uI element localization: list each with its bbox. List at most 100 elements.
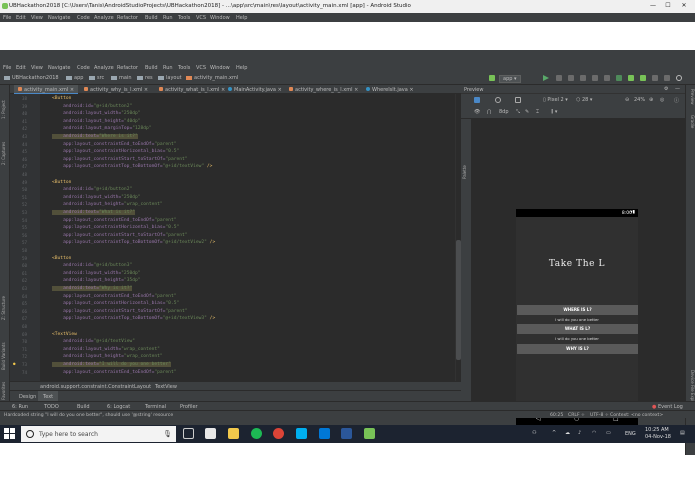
menu-window[interactable]: Window bbox=[210, 15, 230, 21]
menu-refactor[interactable]: Refactor bbox=[117, 15, 138, 21]
microphone-icon[interactable]: 🎙 bbox=[163, 430, 172, 438]
debug-icon[interactable] bbox=[556, 75, 562, 81]
where-is-l-button[interactable]: WHERE IS L? bbox=[517, 305, 638, 315]
onedrive-icon[interactable]: ☁ bbox=[565, 430, 570, 436]
code-editor[interactable]: <Button android:id="@+id/button2" androi… bbox=[40, 94, 455, 381]
breadcrumb-app[interactable]: app bbox=[66, 75, 83, 81]
notification-icon[interactable]: ▤ bbox=[680, 430, 685, 436]
zoom-out-icon[interactable]: ⊖ bbox=[625, 97, 629, 103]
task-view-icon[interactable] bbox=[183, 428, 194, 439]
zoom-in-icon[interactable]: ⊕ bbox=[649, 97, 653, 103]
menu-build[interactable]: Build bbox=[145, 15, 158, 21]
volume-icon[interactable]: ♪ bbox=[578, 430, 581, 436]
menu-file[interactable]: File bbox=[3, 15, 11, 21]
tool-structure[interactable]: Z: Structure bbox=[1, 285, 9, 320]
menu-edit[interactable]: Edit bbox=[16, 15, 26, 21]
guidelines-icon[interactable]: ⌶ bbox=[536, 109, 539, 115]
word-icon[interactable] bbox=[341, 428, 352, 439]
tab-activity-why[interactable]: activity_why_is_l.xml × bbox=[80, 85, 152, 94]
attach-debugger-icon[interactable] bbox=[592, 75, 598, 81]
align-icon[interactable]: ⫼ ▾ bbox=[551, 109, 557, 115]
windows-start-icon[interactable] bbox=[4, 428, 15, 439]
breadcrumb-res[interactable]: res bbox=[137, 75, 153, 81]
tool-project[interactable]: 1: Project bbox=[1, 89, 9, 119]
tab-where-is-it[interactable]: WhereIsIt.java × bbox=[362, 85, 418, 94]
menu-vcs[interactable]: VCS bbox=[196, 15, 206, 21]
file-explorer-icon[interactable] bbox=[228, 428, 239, 439]
tab-activity-main[interactable]: activity_main.xml × bbox=[14, 85, 79, 94]
avd-manager-icon[interactable] bbox=[628, 75, 634, 81]
warnings-icon[interactable]: ⓘ bbox=[674, 97, 679, 104]
breadcrumb-main[interactable]: main bbox=[111, 75, 132, 81]
why-is-l-button[interactable]: WHY IS L? bbox=[517, 344, 638, 354]
what-is-l-button[interactable]: WHAT IS L? bbox=[517, 324, 638, 334]
tool-captures[interactable]: 2: Captures bbox=[1, 125, 9, 165]
layout-inspector-icon[interactable] bbox=[664, 75, 670, 81]
breadcrumb-project[interactable]: UBHackathon2018 bbox=[4, 75, 59, 81]
settings-gear-icon[interactable]: ⚙ bbox=[664, 86, 668, 92]
tool-device-file-explorer[interactable]: Device File Explorer bbox=[687, 370, 695, 430]
close-button[interactable]: ✕ bbox=[677, 2, 691, 11]
api-select[interactable]: ⬡ 28 ▾ bbox=[576, 97, 592, 103]
chrome-icon[interactable] bbox=[273, 428, 284, 439]
default-margins-icon[interactable]: 8dp bbox=[499, 109, 509, 115]
minimize-button[interactable]: — bbox=[646, 2, 660, 11]
skype-icon[interactable] bbox=[296, 428, 307, 439]
tray-chevron-icon[interactable]: ^ bbox=[552, 430, 556, 436]
search-icon[interactable] bbox=[676, 75, 682, 81]
design-surface-icon[interactable] bbox=[474, 97, 480, 103]
line-separator[interactable]: CRLF ÷ bbox=[568, 413, 585, 418]
run-icon[interactable] bbox=[543, 75, 549, 81]
menu-view[interactable]: View bbox=[31, 15, 43, 21]
stop-icon[interactable] bbox=[604, 75, 610, 81]
people-icon[interactable]: ⚇ bbox=[532, 430, 536, 436]
magnet-icon[interactable]: ⋂ bbox=[487, 109, 491, 115]
breadcrumb-file[interactable]: activity_main.xml bbox=[186, 75, 238, 81]
lightbulb-icon[interactable]: ● bbox=[13, 361, 16, 366]
menu-run[interactable]: Run bbox=[163, 15, 173, 21]
run-config-select[interactable]: app ▾ bbox=[499, 75, 521, 83]
sdk-manager-icon[interactable] bbox=[640, 75, 646, 81]
zoom-fit-icon[interactable]: ◎ bbox=[660, 97, 664, 103]
night-mode-icon[interactable] bbox=[515, 97, 521, 103]
store-icon[interactable] bbox=[205, 428, 216, 439]
battery-icon[interactable]: ▭ bbox=[606, 430, 611, 436]
tab-activity-what[interactable]: activity_what_is_l.xml × bbox=[155, 85, 229, 94]
hide-panel-icon[interactable]: — bbox=[675, 86, 680, 92]
file-encoding[interactable]: UTF-8 ÷ bbox=[590, 413, 609, 418]
taskbar-search[interactable]: Type here to search 🎙 bbox=[21, 426, 176, 442]
spotify-icon[interactable] bbox=[251, 428, 262, 439]
mail-icon[interactable] bbox=[319, 428, 330, 439]
apply-changes-icon[interactable] bbox=[580, 75, 586, 81]
clock-time[interactable]: 10:25 AM bbox=[645, 427, 669, 433]
menu-code[interactable]: Code bbox=[77, 15, 90, 21]
code-line: app:layout_constraintTop_toBottomOf="@+i… bbox=[52, 163, 212, 171]
menu-analyze[interactable]: Analyze bbox=[94, 15, 114, 21]
clock-date[interactable]: 04-Nov-18 bbox=[645, 434, 671, 440]
orientation-icon[interactable] bbox=[495, 97, 501, 103]
tool-preview[interactable]: Preview bbox=[687, 89, 695, 111]
tool-palette[interactable]: Palette bbox=[462, 159, 470, 179]
tool-build-variants[interactable]: Build Variants bbox=[1, 325, 9, 370]
hammer-icon[interactable] bbox=[489, 75, 495, 81]
breadcrumb-layout[interactable]: layout bbox=[158, 75, 182, 81]
android-studio-taskbar-icon[interactable] bbox=[364, 428, 375, 439]
clear-constraints-icon[interactable]: ⤡ bbox=[516, 109, 520, 115]
eye-icon[interactable]: 👁 bbox=[474, 109, 480, 115]
sync-gradle-icon[interactable] bbox=[616, 75, 622, 81]
breadcrumb-src[interactable]: src bbox=[89, 75, 104, 81]
profile-icon[interactable] bbox=[568, 75, 574, 81]
device-select[interactable]: ▯ Pixel 2 ▾ bbox=[543, 97, 568, 103]
wifi-icon[interactable]: ◠ bbox=[592, 430, 596, 436]
menu-help[interactable]: Help bbox=[236, 15, 247, 21]
tab-activity-where[interactable]: activity_where_is_l.xml × bbox=[285, 85, 362, 94]
menu-navigate[interactable]: Navigate bbox=[48, 15, 70, 21]
infer-constraints-icon[interactable]: ✎ bbox=[525, 109, 529, 115]
project-structure-icon[interactable] bbox=[652, 75, 658, 81]
maximize-button[interactable]: ☐ bbox=[661, 2, 675, 11]
language-indicator[interactable]: ENG bbox=[625, 431, 636, 437]
tool-gradle[interactable]: Gradle bbox=[687, 115, 695, 137]
menu-tools[interactable]: Tools bbox=[178, 15, 190, 21]
caret-position[interactable]: 60:25 bbox=[550, 413, 563, 418]
tab-main-activity[interactable]: MainActivity.java × bbox=[224, 85, 286, 94]
